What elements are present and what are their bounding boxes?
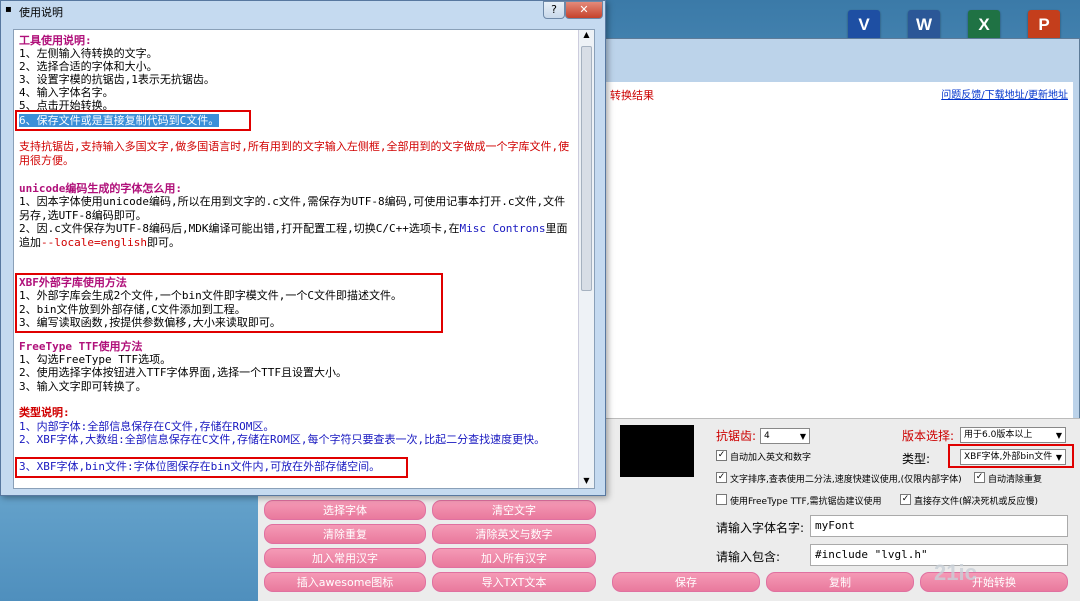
preview-box [620,425,694,477]
text-paragraph: 2、XBF字体,大数组:全部信息保存在C文件,存储在ROM区,每个字符只要查表一… [19,433,574,447]
highlight-box-type [948,444,1074,468]
text-line: 3、输入文字即可转换了。 [19,380,574,394]
checkbox-auto-dedupe[interactable]: ✓ [974,472,985,483]
option-label: 文字排序,查表使用二分法,速度快建议使用,(仅限内部字体) [730,472,962,485]
checkbox-direct-save[interactable]: ✓ [900,494,911,505]
text-line: 3、设置字模的抗锯齿,1表示无抗锯齿。 [19,73,574,87]
version-select[interactable]: 用于6.0版本以上 [960,427,1066,443]
antialias-label: 抗锯齿: [716,427,756,444]
text-line: 2、选择合适的字体和大小。 [19,60,574,74]
section-heading: FreeType TTF使用方法 [19,340,574,354]
excel-icon[interactable]: X [968,10,1000,40]
font-name-label: 请输入字体名字: [716,519,804,536]
highlight-box-xbf [15,273,443,333]
text-line: 1、左侧输入待转换的文字。 [19,47,574,61]
visio-icon[interactable]: V [848,10,880,40]
word-icon[interactable]: W [908,10,940,40]
result-label: 转换结果 [610,87,654,103]
text-paragraph: 1、因本字体使用unicode编码,所以在用到文字的.c文件,需保存为UTF-8… [19,195,574,222]
type-label: 类型: [902,450,930,467]
clear-dup-button[interactable]: 清除重复 [264,524,426,544]
text-paragraph: 2、因.c文件保存为UTF-8编码后,MDK编译可能出错,打开配置工程,切换C/… [19,222,574,249]
option-label: 直接存文件(解决死机或反应慢) [914,494,1038,507]
dialog-title: 使用说明 [19,4,63,20]
text-line: 1、内部字体:全部信息保存在C文件,存储在ROM区。 [19,420,574,434]
highlight-box-step6 [15,110,251,131]
antialias-select[interactable]: 4 [760,428,810,444]
add-all-button[interactable]: 加入所有汉字 [432,548,596,568]
include-label: 请输入包含: [716,548,780,565]
help-button[interactable]: ? [543,1,565,19]
checkbox-auto-alnum[interactable]: ✓ [716,450,727,461]
scroll-down-icon[interactable]: ▼ [581,476,592,488]
import-txt-button[interactable]: 导入TXT文本 [432,572,596,592]
add-common-button[interactable]: 加入常用汉字 [264,548,426,568]
checkbox-sort[interactable]: ✓ [716,472,727,483]
text-paragraph: 支持抗锯齿,支持输入多国文字,做多国语言时,所有用到的文字输入左侧框,全部用到的… [19,140,574,167]
powerpoint-icon[interactable]: P [1028,10,1060,40]
option-label: 自动清除重复 [988,472,1042,485]
scroll-thumb[interactable] [581,46,592,291]
close-button[interactable]: ✕ [565,1,603,19]
text-line: 1、勾选FreeType TTF选项。 [19,353,574,367]
help-text-area[interactable]: ▲ ▼ 工具使用说明: 1、左侧输入待转换的文字。 2、选择合适的字体和大小。 … [13,29,595,489]
option-label: 自动加入英文和数字 [730,450,811,463]
save-button[interactable]: 保存 [612,572,760,592]
section-heading: 工具使用说明: [19,34,574,48]
clear-text-button[interactable]: 清空文字 [432,500,596,520]
watermark-logo: 21ic [934,560,977,586]
select-font-button[interactable]: 选择字体 [264,500,426,520]
section-heading: unicode编码生成的字体怎么用: [19,182,574,196]
app-icon: ▪ [5,4,12,15]
version-label: 版本选择: [902,427,954,444]
feedback-links[interactable]: 问题反馈/下载地址/更新地址 [941,86,1068,101]
option-label: 使用FreeType TTF,需抗锯齿建议使用 [730,494,882,507]
clear-alnum-button[interactable]: 清除英文与数字 [432,524,596,544]
text-line: 4、输入字体名字。 [19,86,574,100]
insert-awesome-button[interactable]: 插入awesome图标 [264,572,426,592]
help-dialog: ▪ 使用说明 ? ✕ ▲ ▼ 工具使用说明: 1、左侧输入待转换的文字。 2、选… [0,0,606,496]
checkbox-freetype[interactable] [716,494,727,505]
scrollbar[interactable]: ▲ ▼ [578,30,594,488]
section-heading: 类型说明: [19,406,574,420]
scroll-up-icon[interactable]: ▲ [581,30,592,42]
text-line: 2、使用选择字体按钮进入TTF字体界面,选择一个TTF且设置大小。 [19,366,574,380]
highlight-box-type3 [15,457,408,478]
font-name-input[interactable]: myFont [810,515,1068,537]
copy-button[interactable]: 复制 [766,572,914,592]
